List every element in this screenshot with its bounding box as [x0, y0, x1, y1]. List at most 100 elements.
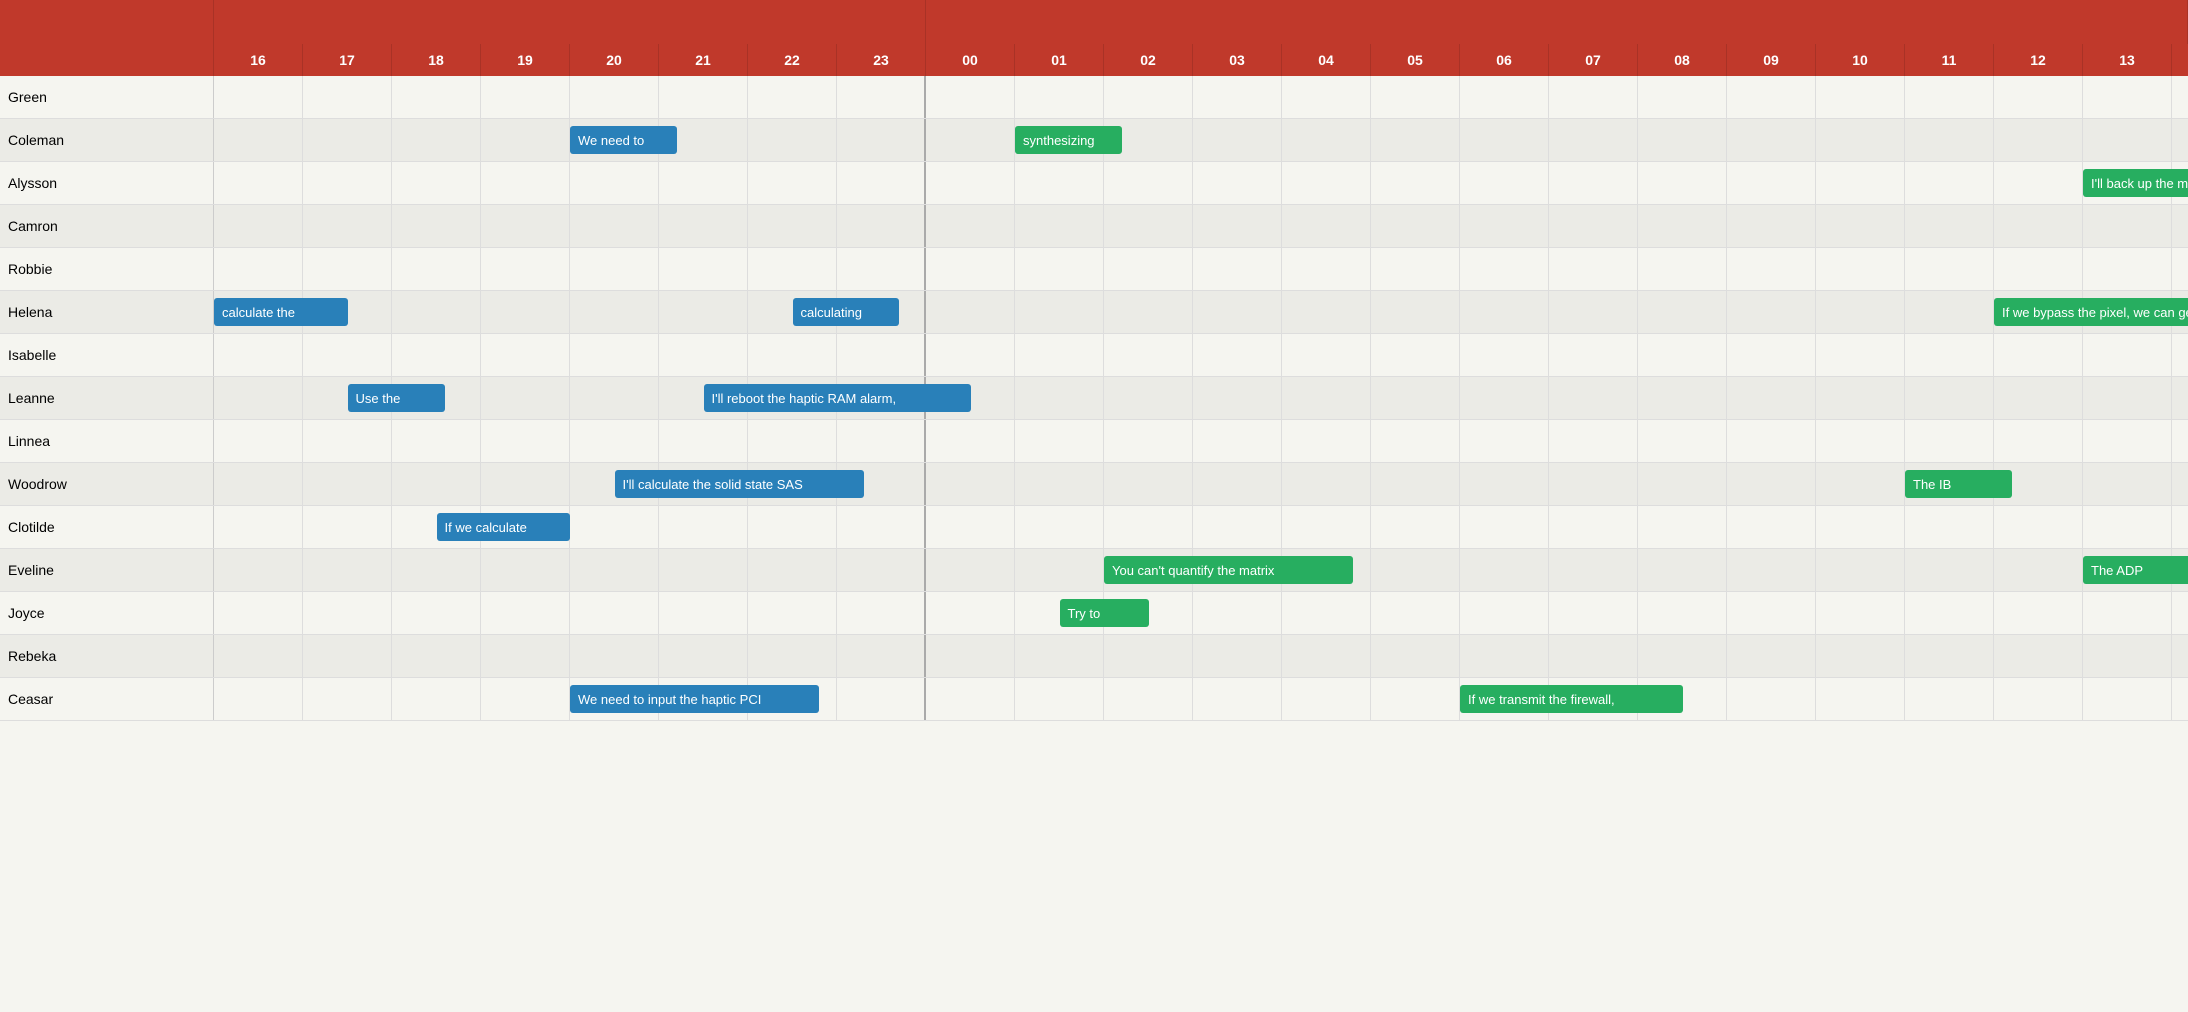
table-row: Isabelle	[0, 334, 2188, 377]
grid-cell	[1460, 592, 1549, 634]
grid-cell	[392, 635, 481, 677]
grid-cell	[481, 635, 570, 677]
grid-cell	[392, 592, 481, 634]
hour-cell-16: 16	[214, 44, 303, 76]
grid-cell	[1816, 291, 1905, 333]
event-item[interactable]: The ADP	[2083, 556, 2188, 584]
grid-cell	[570, 635, 659, 677]
grid-cell	[214, 463, 303, 505]
row-content-green	[214, 76, 2188, 118]
grid-cell	[1104, 76, 1193, 118]
grid-cell	[1193, 463, 1282, 505]
grid-cell	[1905, 205, 1994, 247]
event-item[interactable]: Try to	[1060, 599, 1149, 627]
hour-cell-10: 10	[1816, 44, 1905, 76]
event-item[interactable]: The IB	[1905, 470, 2012, 498]
grid-cell	[1638, 549, 1727, 591]
grid-cell	[1905, 162, 1994, 204]
grid-cell	[1371, 76, 1460, 118]
grid-cell	[1905, 334, 1994, 376]
grid-cell	[1816, 205, 1905, 247]
grid-cell	[392, 248, 481, 290]
grid-cell	[1193, 162, 1282, 204]
grid-lines	[214, 592, 2188, 634]
hour-cell-09: 09	[1727, 44, 1816, 76]
grid-cell	[1460, 463, 1549, 505]
grid-cell	[1015, 248, 1104, 290]
event-item[interactable]: I'll reboot the haptic RAM alarm,	[704, 384, 971, 412]
event-item[interactable]: synthesizing	[1015, 126, 1122, 154]
row-label-woodrow: Woodrow	[0, 463, 214, 505]
grid-cell	[1549, 205, 1638, 247]
row-content-coleman: We need to synthesizing	[214, 119, 2188, 161]
event-item[interactable]: You can't quantify the matrix	[1104, 556, 1353, 584]
grid-cell	[1282, 248, 1371, 290]
event-item[interactable]: calculate the	[214, 298, 348, 326]
row-label-green: Green	[0, 76, 214, 118]
grid-cell	[1193, 119, 1282, 161]
grid-cell	[303, 592, 392, 634]
event-item[interactable]: We need to	[570, 126, 677, 154]
grid-cell	[1816, 119, 1905, 161]
grid-cell	[2172, 678, 2188, 720]
grid-cell	[1282, 635, 1371, 677]
grid-lines	[214, 76, 2188, 118]
row-label-coleman: Coleman	[0, 119, 214, 161]
event-item[interactable]: If we transmit the firewall,	[1460, 685, 1683, 713]
grid-cell	[303, 162, 392, 204]
grid-cell	[926, 463, 1015, 505]
grid-cell	[1193, 678, 1282, 720]
grid-cell	[1727, 592, 1816, 634]
grid-cell	[1371, 248, 1460, 290]
grid-cell	[1727, 291, 1816, 333]
grid-cell	[1816, 592, 1905, 634]
grid-cell	[1905, 377, 1994, 419]
grid-cell	[748, 76, 837, 118]
grid-cell	[214, 162, 303, 204]
grid-cell	[1549, 76, 1638, 118]
grid-cell	[1549, 635, 1638, 677]
grid-cell	[1727, 377, 1816, 419]
grid-cell	[214, 420, 303, 462]
grid-cell	[1816, 76, 1905, 118]
row-label-joyce: Joyce	[0, 592, 214, 634]
grid-cell	[659, 291, 748, 333]
event-item[interactable]: I'll back up the mobile IB bus, that	[2083, 169, 2188, 197]
grid-cell	[392, 334, 481, 376]
grid-cell	[214, 76, 303, 118]
calendar-container: 1617181920212223000102030405060708091011…	[0, 0, 2188, 1012]
grid-cell	[837, 119, 926, 161]
grid-cell	[837, 678, 926, 720]
event-item[interactable]: If we bypass the pixel, we can get to	[1994, 298, 2188, 326]
grid-cell	[2172, 420, 2188, 462]
event-item[interactable]: We need to input the haptic PCI	[570, 685, 819, 713]
event-item[interactable]: Use the	[348, 384, 446, 412]
row-label-eveline: Eveline	[0, 549, 214, 591]
grid-cell	[1015, 549, 1104, 591]
event-item[interactable]: I'll calculate the solid state SAS	[615, 470, 864, 498]
grid-cell	[2083, 420, 2172, 462]
grid-cell	[1994, 248, 2083, 290]
grid-cell	[837, 248, 926, 290]
grid-cell	[481, 420, 570, 462]
grid-cell	[1193, 506, 1282, 548]
hour-cell-07: 07	[1549, 44, 1638, 76]
grid-cell	[926, 334, 1015, 376]
row-content-alysson: I'll back up the mobile IB bus, that	[214, 162, 2188, 204]
grid-cell	[837, 592, 926, 634]
grid-lines	[214, 377, 2188, 419]
table-row: ClotildeIf we calculate	[0, 506, 2188, 549]
grid-cell	[1371, 678, 1460, 720]
grid-cell	[1816, 635, 1905, 677]
grid-cell	[1015, 463, 1104, 505]
grid-cell	[1371, 463, 1460, 505]
grid-cell	[1282, 162, 1371, 204]
grid-cell	[1905, 420, 1994, 462]
grid-cell	[214, 592, 303, 634]
grid-cell	[1282, 119, 1371, 161]
grid-cell	[1549, 506, 1638, 548]
event-item[interactable]: If we calculate	[437, 513, 571, 541]
grid-cell	[1371, 635, 1460, 677]
hour-cell-22: 22	[748, 44, 837, 76]
event-item[interactable]: calculating	[793, 298, 900, 326]
